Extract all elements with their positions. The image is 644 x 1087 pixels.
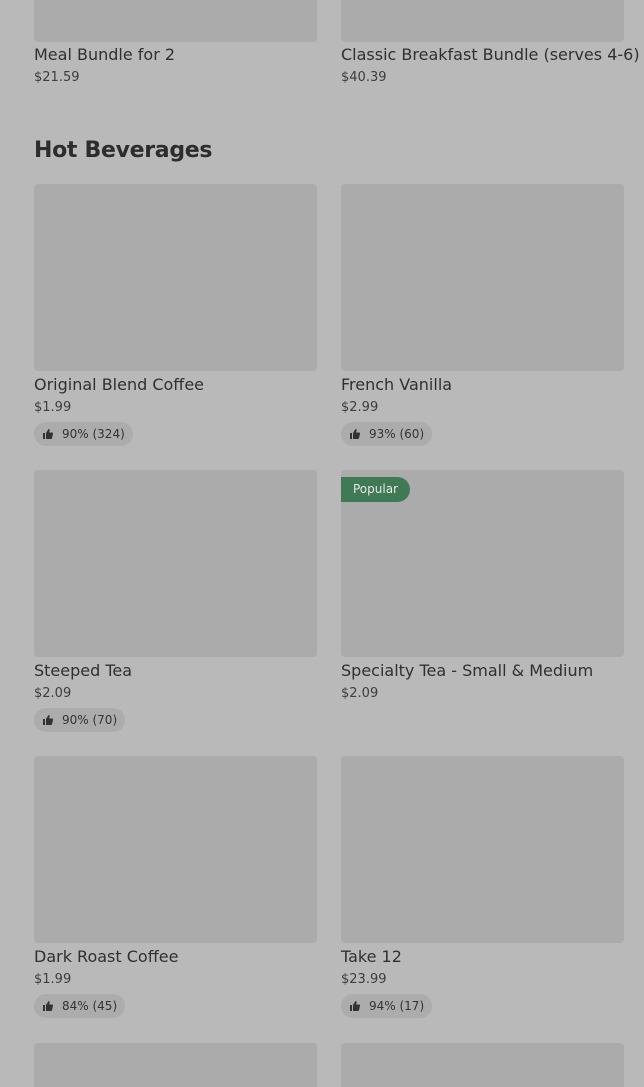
- item-name[interactable]: Specialty Tea - Small & Medium: [341, 661, 593, 681]
- thumbs-up-icon: [350, 1001, 361, 1011]
- item-price: $2.09: [341, 686, 379, 701]
- section-title: Hot Beverages: [34, 138, 213, 163]
- rating-pill: 94% (17): [341, 994, 433, 1018]
- thumbs-up-icon: [43, 1001, 54, 1011]
- item-price: $40.39: [341, 70, 387, 85]
- item-name[interactable]: French Vanilla: [341, 375, 452, 395]
- rating-pill: 90% (70): [34, 708, 126, 732]
- product-image[interactable]: [341, 1043, 624, 1087]
- item-price: $2.99: [341, 400, 379, 415]
- thumbs-up-icon: [43, 429, 54, 439]
- rating-pill: 90% (324): [34, 422, 133, 446]
- thumbs-up-icon: [43, 715, 54, 725]
- rating-text: 93% (60): [369, 427, 425, 441]
- popular-badge: Popular: [341, 477, 410, 502]
- item-name[interactable]: Original Blend Coffee: [34, 375, 204, 395]
- product-image[interactable]: [34, 756, 317, 943]
- product-image[interactable]: [34, 184, 317, 371]
- item-name[interactable]: Take 12: [341, 947, 402, 967]
- rating-pill: 93% (60): [341, 422, 433, 446]
- rating-pill: 84% (45): [34, 994, 126, 1018]
- item-name[interactable]: Steeped Tea: [34, 661, 132, 681]
- item-name[interactable]: Dark Roast Coffee: [34, 947, 178, 967]
- item-price: $1.99: [34, 972, 72, 987]
- product-image[interactable]: [341, 756, 624, 943]
- menu-page: Meal Bundle for 2 $21.59 Classic Breakfa…: [0, 0, 644, 1087]
- bundle-image[interactable]: [341, 0, 624, 42]
- thumbs-up-icon: [350, 429, 361, 439]
- product-image[interactable]: [34, 470, 317, 657]
- rating-text: 94% (17): [369, 999, 425, 1013]
- item-price: $1.99: [34, 400, 72, 415]
- item-price: $2.09: [34, 686, 72, 701]
- bundle-image[interactable]: [34, 0, 317, 42]
- rating-text: 84% (45): [62, 999, 118, 1013]
- item-name[interactable]: Meal Bundle for 2: [34, 45, 175, 65]
- item-price: $21.59: [34, 70, 80, 85]
- item-name[interactable]: Classic Breakfast Bundle (serves 4-6): [341, 45, 640, 65]
- rating-text: 90% (70): [62, 713, 118, 727]
- product-image[interactable]: [34, 1043, 317, 1087]
- item-price: $23.99: [341, 972, 387, 987]
- rating-text: 90% (324): [62, 427, 125, 441]
- product-image[interactable]: [341, 184, 624, 371]
